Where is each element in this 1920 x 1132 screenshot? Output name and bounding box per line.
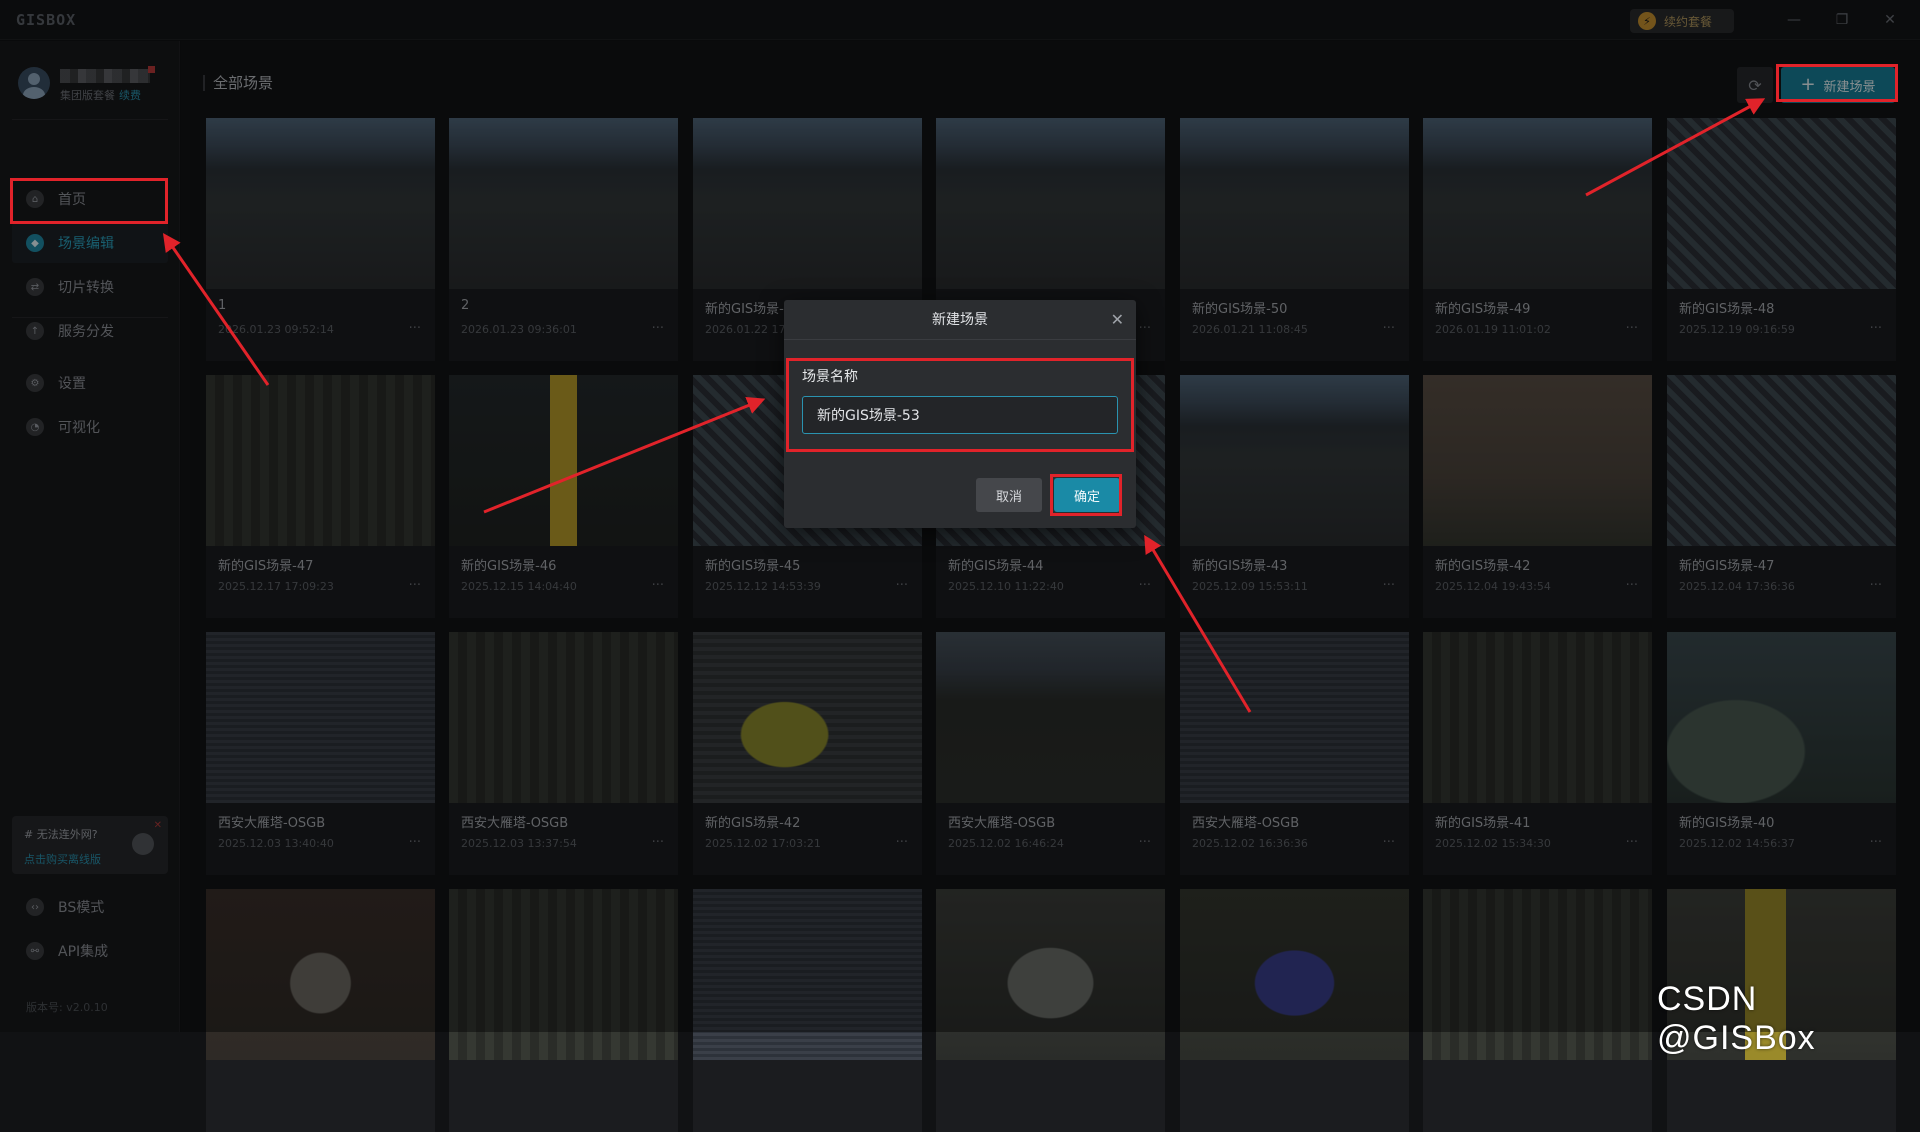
annotation-box [786, 358, 1134, 452]
annotation-box [1050, 474, 1122, 516]
annotation-box [1776, 64, 1898, 102]
close-icon[interactable]: ✕ [1111, 310, 1124, 329]
cancel-button[interactable]: 取消 [976, 478, 1042, 512]
watermark: CSDN @GISBox [1657, 980, 1816, 1057]
dialog-title: 新建场景 [784, 300, 1136, 340]
annotation-box [10, 178, 168, 224]
